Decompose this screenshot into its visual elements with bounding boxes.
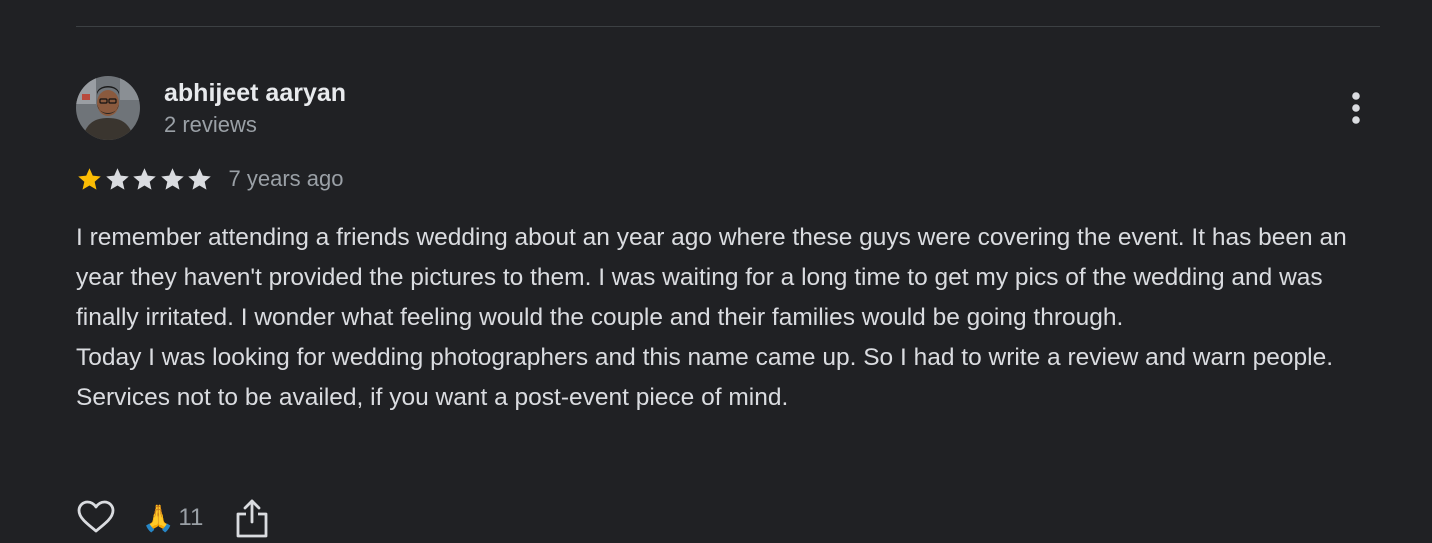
star-icon	[78, 167, 101, 190]
share-icon	[236, 499, 268, 538]
reaction-count: 11	[178, 504, 204, 531]
review-text: I remember attending a friends wedding a…	[76, 218, 1386, 418]
reaction-emoji: 🙏	[142, 503, 175, 533]
avatar-photo	[76, 76, 140, 140]
reaction-button[interactable]: 🙏 11	[142, 503, 203, 533]
section-divider	[76, 26, 1380, 27]
share-button[interactable]	[235, 498, 269, 538]
review-paragraph: Today I was looking for wedding photogra…	[76, 344, 1334, 411]
star-icon	[105, 167, 129, 190]
rating-row: 7 years ago	[76, 163, 343, 195]
avatar[interactable]	[76, 76, 140, 140]
reviewer-review-count: 2 reviews	[164, 112, 257, 137]
review-actions: 🙏 11	[76, 498, 269, 538]
more-vert-icon	[1352, 92, 1360, 124]
heart-icon	[77, 500, 115, 533]
star-icon	[188, 167, 211, 190]
like-button[interactable]	[76, 498, 116, 538]
reviewer-name[interactable]: abhijeet aaryan	[164, 77, 346, 109]
star-icon	[160, 167, 184, 190]
review-timestamp: 7 years ago	[228, 166, 344, 191]
more-options-button[interactable]	[1336, 88, 1376, 128]
review-paragraph: I remember attending a friends wedding a…	[76, 224, 1347, 331]
star-icon	[133, 167, 156, 190]
star-rating	[76, 166, 214, 193]
